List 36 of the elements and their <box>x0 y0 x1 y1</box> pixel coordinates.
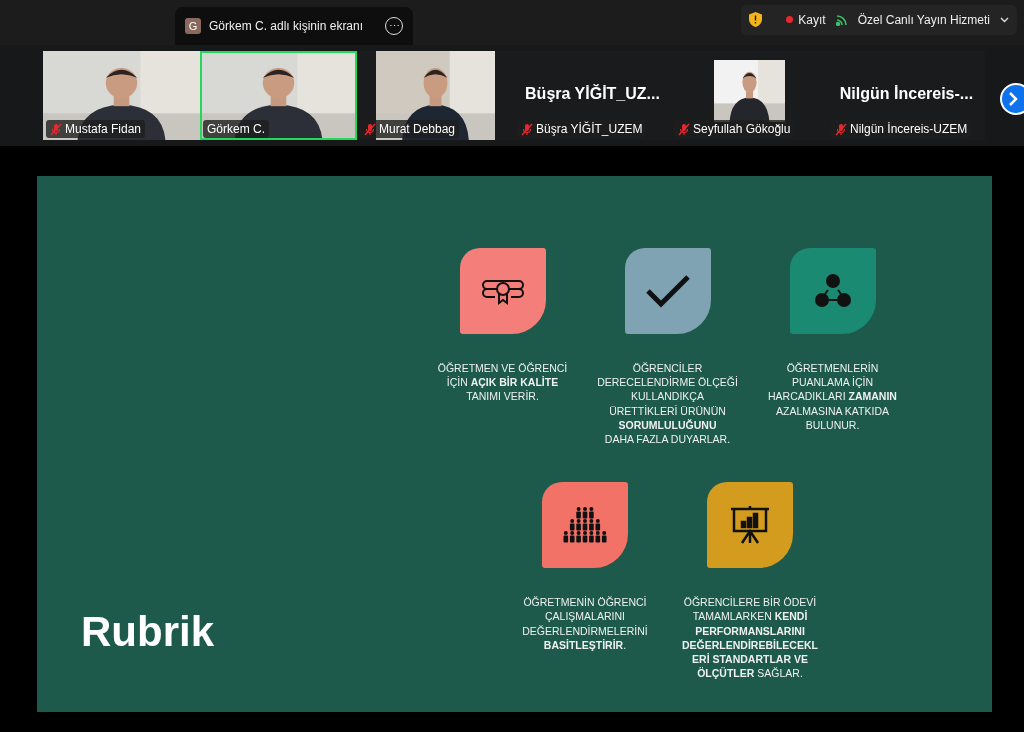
user-avatar: G <box>185 18 201 34</box>
tab-title: Görkem C. adlı kişinin ekranı <box>209 19 365 33</box>
muted-mic-icon <box>678 122 690 136</box>
participant-label: Nilgün İncereis-UZEM <box>850 122 968 136</box>
shield-icon[interactable] <box>749 12 763 27</box>
benefit-text: ÖĞRETMENLERİN PUANLAMA İÇİN HARCADIKLARI ZAMANIN AZALMASINA KATKIDA BULUNUR. <box>767 361 898 432</box>
participant-label: Seyfullah Gökoğlu <box>693 122 791 136</box>
benefit-text: ÖĞRETMENİN ÖĞRENCİ ÇALIŞMALARINI DEĞERLENDİRMELERİNİ BASİTLEŞTİRİR. <box>521 595 649 653</box>
check-icon <box>644 274 691 308</box>
benefit-text: ÖĞRENCİLER DERECELENDİRME ÖLÇEĞİ KULLANDIKÇA ÜRETTİKLERİ ÜRÜNÜN SORUMLULUĞUNU DAHA FAZLA DUYARLAR. <box>596 361 739 447</box>
participant-name: Nilgün İncereis-... <box>839 84 974 104</box>
benefit-text: ÖĞRENCİLERE BİR ÖDEVİ TAMAMLARKEN KENDİ PERFORMANSLARINI DEĞERLENDİREBİLECEKL ERİ STANDARTLAR VE ÖLÇÜTLER SAĞLAR. <box>681 595 819 681</box>
participant-tile[interactable]: Mustafa Fidan <box>43 51 200 140</box>
slide-title: Rubrik <box>81 608 215 656</box>
muted-mic-icon <box>364 122 376 136</box>
recording-label[interactable]: Kayıt <box>798 12 826 27</box>
participant-label: Görkem C. <box>207 122 265 136</box>
participant-label: Murat Debbag <box>379 122 456 136</box>
participant-label: Mustafa Fidan <box>65 122 142 136</box>
live-stream-label[interactable]: Özel Canlı Yayın Hizmeti <box>857 12 990 27</box>
recording-dot <box>786 16 794 23</box>
muted-mic-icon <box>835 122 847 136</box>
muted-mic-icon <box>521 122 533 136</box>
diploma-icon <box>480 277 525 305</box>
broadcast-icon <box>835 13 848 26</box>
chevron-down-icon[interactable] <box>1000 16 1009 23</box>
shared-screen-tab[interactable]: G Görkem C. adlı kişinin ekranı ⋯ <box>175 7 413 45</box>
participant-name: Büşra YİĞİT_UZ... <box>525 84 660 104</box>
chevron-right-icon <box>1008 92 1018 106</box>
participant-tile[interactable]: Görkem C. <box>200 51 357 140</box>
presentation-chart-icon <box>730 506 770 545</box>
muted-mic-icon <box>50 122 62 136</box>
crowd-icon <box>563 507 607 544</box>
benefit-text: ÖĞRETMEN VE ÖĞRENCİ İÇİN AÇIK BİR KALİTE TANIMI VERİR. <box>436 361 569 404</box>
people-network-icon <box>814 274 851 308</box>
participant-label: Büşra YİĞİT_UZEM <box>536 122 643 136</box>
